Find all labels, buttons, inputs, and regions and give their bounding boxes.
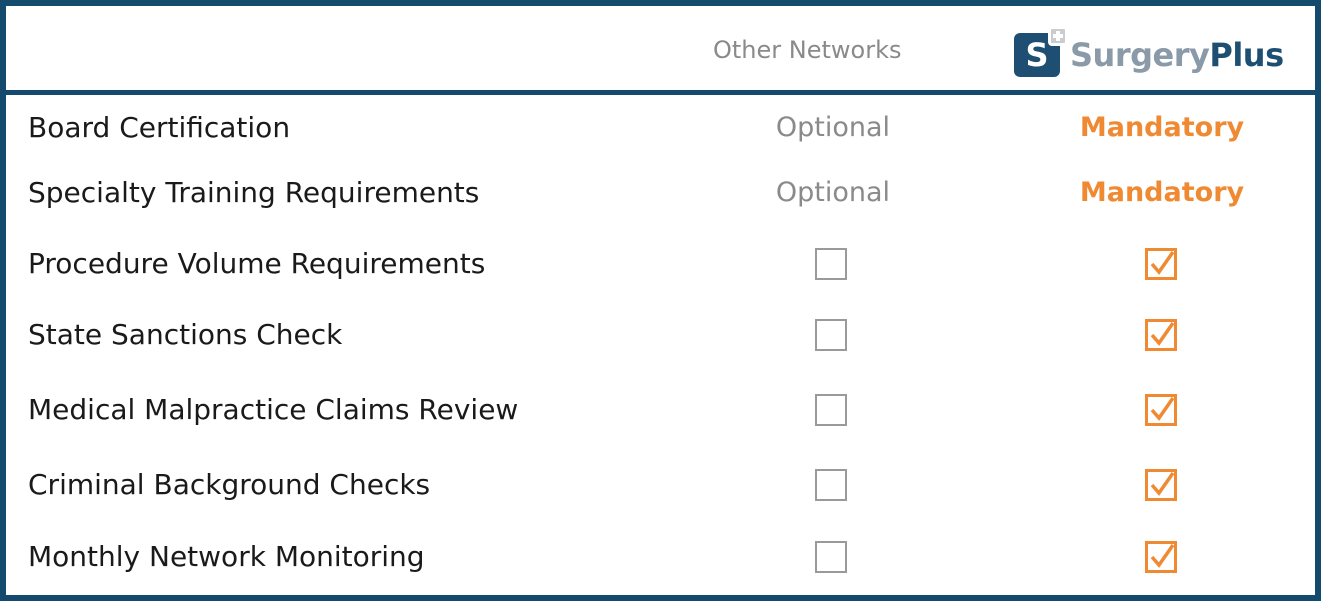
- comparison-table: Other Networks S SurgeryPlus Board Certi…: [0, 0, 1321, 601]
- table-row: Criminal Background Checks: [6, 452, 1315, 520]
- row-label: Monthly Network Monitoring: [28, 540, 425, 573]
- row-label: Medical Malpractice Claims Review: [28, 393, 519, 426]
- empty-checkbox-icon: [815, 394, 847, 426]
- checked-checkbox-icon: [1145, 394, 1177, 426]
- empty-checkbox-icon: [815, 248, 847, 280]
- checked-checkbox-icon: [1145, 319, 1177, 351]
- empty-checkbox-icon: [815, 469, 847, 501]
- row-label: Specialty Training Requirements: [28, 176, 480, 209]
- empty-checkbox-icon: [815, 319, 847, 351]
- surgeryplus-logo: S SurgeryPlus: [1008, 26, 1298, 80]
- empty-checkbox-icon: [815, 541, 847, 573]
- checked-checkbox-icon: [1145, 469, 1177, 501]
- surgeryplus-value: Mandatory: [1079, 177, 1245, 208]
- table-row: Specialty Training Requirements Optional…: [6, 160, 1315, 228]
- header-other-networks: Other Networks: [713, 36, 902, 64]
- row-label: Board Certification: [28, 111, 291, 144]
- row-label: Criminal Background Checks: [28, 468, 431, 501]
- logo-wordmark: SurgeryPlus: [1070, 35, 1284, 75]
- table-row: Board Certification Optional Mandatory: [6, 95, 1315, 163]
- row-label: State Sanctions Check: [28, 318, 343, 351]
- checked-checkbox-icon: [1145, 541, 1177, 573]
- medical-plus-icon: [1048, 26, 1068, 46]
- table-row: State Sanctions Check: [6, 302, 1315, 370]
- logo-word-surgery: Surgery: [1070, 36, 1210, 74]
- other-networks-value: Optional: [775, 112, 891, 143]
- checked-checkbox-icon: [1145, 248, 1177, 280]
- logo-word-plus: Plus: [1209, 36, 1284, 74]
- surgeryplus-value: Mandatory: [1079, 112, 1245, 143]
- other-networks-value: Optional: [775, 177, 891, 208]
- table-row: Medical Malpractice Claims Review: [6, 377, 1315, 445]
- row-label: Procedure Volume Requirements: [28, 247, 486, 280]
- table-row: Monthly Network Monitoring: [6, 524, 1315, 592]
- table-row: Procedure Volume Requirements: [6, 231, 1315, 299]
- table-header: Other Networks S SurgeryPlus: [6, 6, 1315, 95]
